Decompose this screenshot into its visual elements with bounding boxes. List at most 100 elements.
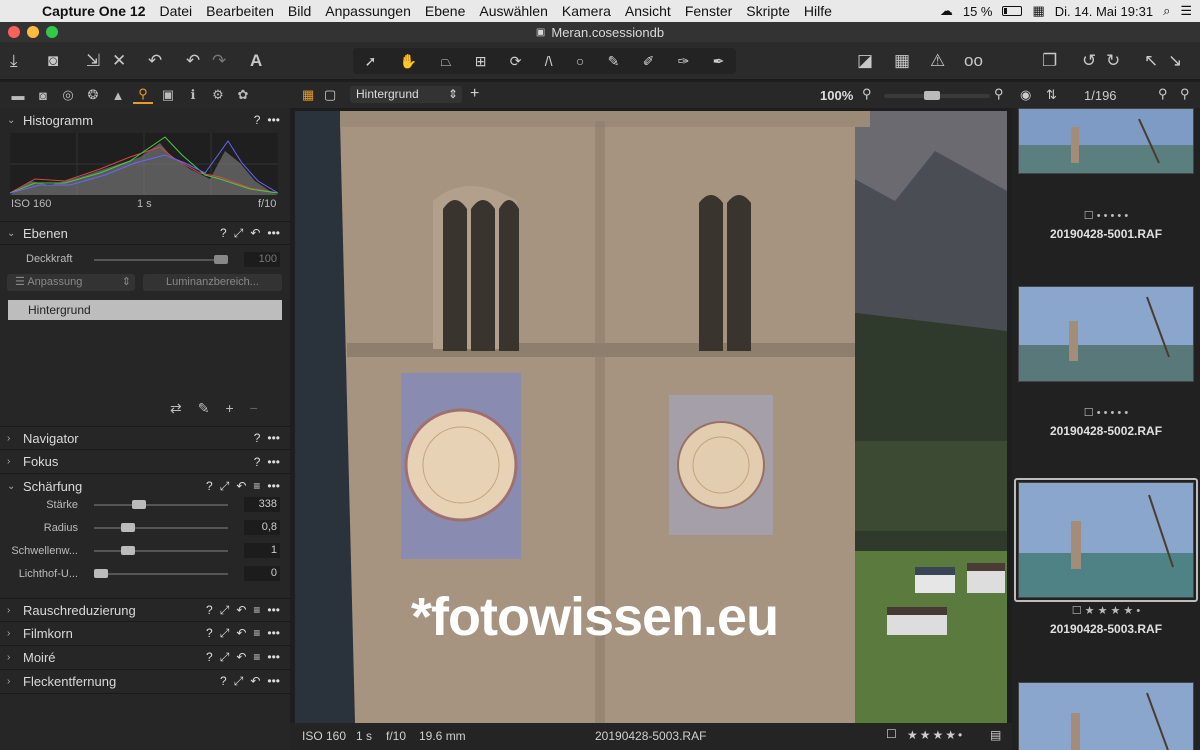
zoom-out-icon[interactable]: ⚲ [862,86,872,102]
spotlight-search-icon[interactable]: ⌕ [1163,3,1170,19]
battery-icon[interactable] [1002,6,1023,16]
tab-metadata-icon[interactable]: ℹ [183,87,203,103]
pan-hand-icon[interactable]: ✋ [400,53,417,70]
tab-capture-icon[interactable]: ◙ [33,88,53,103]
remove-layer-icon[interactable]: − [250,400,258,417]
section-rauschreduzierung[interactable]: › Rauschreduzierung ? ⤢ ↶ ≡ ••• [0,598,290,622]
menu-app[interactable]: Capture One 12 [40,3,152,19]
text-tool-icon[interactable]: A [250,50,262,72]
layer-select[interactable]: Hintergrund ⇕ [350,86,462,103]
more-icon[interactable]: ••• [267,455,280,469]
thumb-rating-2[interactable]: ☐ • • • • • [1012,406,1200,419]
layer-row-hintergrund[interactable]: Hintergrund [8,300,282,320]
expand-icon[interactable]: ⤢ [220,603,230,618]
select-cursor-icon[interactable]: ➚ [365,53,377,70]
add-icon[interactable]: + [470,85,479,103]
tab-lens-icon[interactable]: ◎ [58,87,78,103]
more-icon[interactable]: ••• [267,431,280,445]
undo-icon[interactable]: ↶ [186,50,200,72]
slider-knob[interactable] [132,500,146,509]
spot-remove-icon[interactable]: ○ [576,53,584,69]
swap-icon[interactable]: ⇄ [170,400,182,417]
move-folder-icon[interactable]: ⇲ [86,50,100,72]
camera-icon[interactable]: ◙ [48,50,58,72]
section-filmkorn[interactable]: › Filmkorn ? ⤢ ↶ ≡ ••• [0,622,290,646]
sharpening-slider[interactable] [94,500,228,509]
loupe-icon[interactable]: ⏢ [440,53,451,70]
expand-chevron-icon[interactable]: › [0,652,14,663]
presets-icon[interactable]: ≡ [253,603,260,618]
more-icon[interactable]: ••• [267,674,280,689]
sharpening-value[interactable]: 0 [244,566,280,581]
tab-library-icon[interactable]: ▬ [8,88,28,103]
reset-icon[interactable]: ↶ [236,479,246,494]
zoom-window-button[interactable] [46,26,58,38]
slider-knob[interactable] [924,91,940,100]
star-rating[interactable]: ★★★★• [907,728,964,742]
wb-picker-icon[interactable]: ✑ [678,53,690,70]
thumbnail-1[interactable] [1018,108,1194,174]
color-tag-checkbox[interactable]: ☐ [886,727,897,741]
slider-knob[interactable] [214,255,228,264]
sort-icon[interactable]: ⇅ [1046,87,1057,103]
help-icon[interactable]: ? [206,479,213,494]
grid-icon[interactable]: ▦ [894,50,910,72]
more-icon[interactable]: ••• [267,479,280,494]
thumb-rating-1[interactable]: ☐ • • • • • [1012,209,1200,222]
zoom-icon[interactable]: ⚲ [1180,86,1190,102]
menu-fenster[interactable]: Fenster [678,3,739,19]
sharpening-slider[interactable] [94,523,228,532]
menu-icon[interactable]: ▤ [990,728,1001,742]
sharpening-value[interactable]: 1 [244,543,280,558]
single-view-icon[interactable]: ▢ [324,87,336,103]
slider-knob[interactable] [94,569,108,578]
thumbnail-3[interactable] [1018,482,1194,598]
rotate-icon[interactable]: ⟳ [510,53,522,70]
help-icon[interactable]: ? [254,113,261,127]
presets-icon[interactable]: ≡ [253,479,260,494]
control-center-icon[interactable]: ☰ [1180,3,1192,19]
cloud-icon[interactable]: ☁ [940,3,953,19]
calendar-icon[interactable]: ▦ [1032,3,1044,19]
collapse-chevron-icon[interactable]: ⌄ [0,228,15,239]
expand-icon[interactable]: ⤢ [220,479,230,494]
deckkraft-slider[interactable] [94,255,228,264]
more-icon[interactable]: ••• [267,626,280,641]
deckkraft-value[interactable]: 100 [244,252,280,267]
help-icon[interactable]: ? [254,455,261,469]
sharpening-slider[interactable] [94,569,228,578]
menu-ansicht[interactable]: Ansicht [618,3,678,19]
expand-chevron-icon[interactable]: › [0,605,14,616]
thumbnail-2[interactable] [1018,286,1194,382]
tab-output-icon[interactable]: ⚙ [208,87,228,103]
import-icon[interactable]: ⤓ [10,50,18,72]
brush-icon[interactable]: ✎ [608,53,620,70]
more-icon[interactable]: ••• [267,113,280,127]
zoom-in-icon[interactable]: ⚲ [994,86,1004,102]
reset-icon[interactable]: ↶ [236,603,246,618]
exposure-warning-icon[interactable]: ◪ [857,50,873,72]
section-schaerfung[interactable]: ⌄ Schärfung ? ⤢ ↶ ≡ ••• [0,474,290,498]
help-icon[interactable]: ? [220,226,227,241]
luminanz-button[interactable]: Luminanzbereich... [143,274,282,291]
image-viewer[interactable]: *fotowissen.eu [295,111,1007,723]
more-icon[interactable]: ••• [267,603,280,618]
tab-batch-icon[interactable]: ✿ [233,87,253,103]
sharpening-slider[interactable] [94,546,228,555]
sharpening-value[interactable]: 338 [244,497,280,512]
tab-adjustments-icon[interactable]: ▣ [158,87,178,103]
more-icon[interactable]: ••• [267,226,280,241]
collapse-chevron-icon[interactable]: ⌄ [0,115,15,126]
menu-kamera[interactable]: Kamera [555,3,618,19]
expand-chevron-icon[interactable]: › [0,628,14,639]
slider-knob[interactable] [121,546,135,555]
section-moire[interactable]: › Moiré ? ⤢ ↶ ≡ ••• [0,646,290,670]
tab-details-icon[interactable]: ⚲ [133,86,153,104]
expand-icon[interactable]: ⤢ [220,650,230,665]
menu-bearbeiten[interactable]: Bearbeiten [199,3,281,19]
menu-skripte[interactable]: Skripte [739,3,797,19]
reset-icon[interactable]: ↶ [148,50,162,72]
help-icon[interactable]: ? [220,674,227,689]
slider-knob[interactable] [121,523,135,532]
tab-color-icon[interactable]: ❂ [83,87,103,103]
